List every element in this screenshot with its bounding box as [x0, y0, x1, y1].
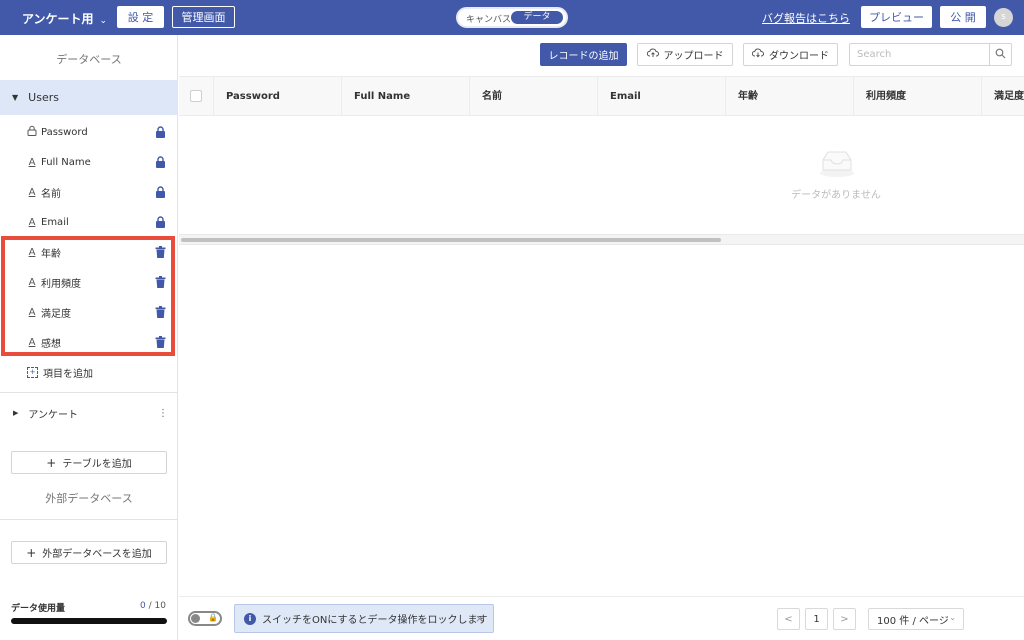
database-heading: データベース — [56, 53, 122, 66]
lock-notice: i スイッチをONにするとデータ操作をロックします × — [234, 604, 494, 633]
lock-icon — [155, 186, 166, 198]
cloud-download-icon — [751, 48, 764, 61]
text-field-icon: A — [28, 186, 36, 198]
column-header[interactable]: Full Name — [341, 77, 469, 116]
settings-button[interactable]: 設 定 — [117, 6, 164, 28]
select-all-checkbox[interactable] — [190, 90, 202, 102]
search-icon — [995, 48, 1006, 62]
app-name: アンケート用 — [22, 12, 94, 26]
field-item[interactable]: A Email — [0, 207, 177, 237]
caret-right-icon: ▶ — [13, 409, 19, 417]
caret-down-icon: ▼ — [12, 93, 19, 102]
add-external-database-button[interactable]: + 外部データベースを追加 — [11, 541, 167, 564]
table-item-survey[interactable]: ▶ アンケート ⋮ — [0, 399, 177, 427]
mode-toggle[interactable]: キャンバス データ — [456, 7, 568, 28]
grid-header: Password Full Name 名前 Email 年齢 利用頻度 満足度 — [179, 76, 1024, 116]
text-field-icon: A — [28, 156, 36, 168]
page-size-select[interactable]: 100 件 / ページ ⌄ — [868, 608, 964, 630]
download-button[interactable]: ダウンロード — [743, 43, 838, 66]
table-item-users[interactable]: ▼ Users — [0, 80, 177, 115]
usage-total: / 10 — [145, 601, 166, 611]
divider — [0, 392, 177, 393]
upload-button[interactable]: アップロード — [637, 43, 733, 66]
mode-canvas-option[interactable]: キャンバス — [466, 12, 511, 25]
column-header[interactable]: Email — [597, 77, 725, 116]
preview-button[interactable]: プレビュー — [861, 6, 932, 28]
prev-page-button[interactable]: < — [777, 608, 800, 630]
upload-label: アップロード — [663, 51, 724, 62]
plus-icon: + — [46, 455, 57, 470]
lock-icon: 🔒 — [208, 613, 218, 622]
info-icon: i — [244, 612, 256, 625]
chevron-down-icon: ⌄ — [99, 16, 108, 26]
column-header[interactable]: Password — [213, 77, 341, 116]
lock-field-icon — [27, 125, 37, 139]
top-bar: アンケート用 ⌄ 設 定 管理画面 キャンバス データ バグ報告はこちら プレビュ… — [0, 0, 1024, 35]
column-header[interactable]: 名前 — [469, 77, 597, 116]
add-field-button[interactable]: + 項目を追加 — [0, 357, 177, 387]
switch-knob — [191, 614, 200, 623]
field-item[interactable]: A Full Name — [0, 147, 177, 177]
empty-state-text: データがありません — [791, 190, 881, 201]
field-label: Password — [41, 126, 88, 138]
highlight-box — [1, 236, 175, 356]
avatar[interactable]: s — [994, 8, 1013, 27]
text-field-icon: A — [28, 216, 36, 228]
field-item[interactable]: A 名前 — [0, 177, 177, 207]
field-label: Email — [41, 216, 69, 228]
scrollbar-thumb[interactable] — [181, 238, 721, 242]
plus-icon: + — [26, 545, 37, 560]
add-record-button[interactable]: レコードの追加 — [540, 43, 627, 66]
usage-label: データ使用量 — [11, 604, 66, 614]
add-table-button[interactable]: + テーブルを追加 — [11, 451, 167, 474]
footer-divider — [179, 596, 1024, 597]
page-size-value: 100 件 / ページ — [877, 615, 949, 627]
next-page-button[interactable]: > — [833, 608, 856, 630]
close-icon[interactable]: × — [475, 612, 484, 625]
field-label: 名前 — [41, 188, 61, 200]
lock-icon — [155, 156, 166, 168]
search-button[interactable] — [989, 44, 1011, 65]
sidebar: データベース ▼ Users Password A Full Name A 名前 A Ema… — [0, 35, 178, 640]
lock-switch[interactable]: 🔒 — [188, 611, 222, 626]
mode-data-option[interactable]: データ — [511, 11, 563, 24]
bug-report-link[interactable]: バグ報告はこちら — [762, 10, 850, 26]
publish-button[interactable]: 公 開 — [940, 6, 986, 28]
add-external-label: 外部データベースを追加 — [42, 549, 152, 560]
column-header[interactable]: 年齢 — [725, 77, 853, 116]
table-name: アンケート — [28, 409, 78, 421]
empty-inbox-icon — [820, 151, 854, 177]
add-field-label: 項目を追加 — [43, 368, 93, 380]
field-item[interactable]: Password — [0, 117, 177, 147]
admin-button[interactable]: 管理画面 — [172, 6, 235, 28]
app-switcher[interactable]: アンケート用 ⌄ — [22, 10, 107, 27]
add-field-icon: + — [27, 366, 38, 378]
divider — [0, 519, 177, 520]
cloud-upload-icon — [646, 48, 659, 61]
horizontal-scrollbar[interactable] — [179, 234, 1024, 245]
add-table-label: テーブルを追加 — [62, 459, 132, 470]
column-header[interactable]: 満足度 — [981, 77, 1024, 116]
chevron-down-icon: ⌄ — [949, 613, 956, 622]
search-box — [849, 43, 1012, 66]
page-number-button[interactable]: 1 — [805, 608, 828, 630]
search-input[interactable] — [850, 44, 990, 65]
kebab-menu-icon[interactable]: ⋮ — [158, 408, 168, 419]
external-database-heading: 外部データベース — [45, 492, 133, 505]
usage-value: 0 / 10 — [120, 601, 166, 611]
column-header[interactable]: 利用頻度 — [853, 77, 981, 116]
lock-notice-text: スイッチをONにするとデータ操作をロックします — [262, 615, 488, 626]
usage-bar — [11, 618, 167, 624]
download-label: ダウンロード — [769, 51, 829, 62]
lock-icon — [155, 126, 166, 138]
table-name: Users — [28, 91, 59, 104]
lock-icon — [155, 216, 166, 228]
field-label: Full Name — [41, 156, 91, 168]
